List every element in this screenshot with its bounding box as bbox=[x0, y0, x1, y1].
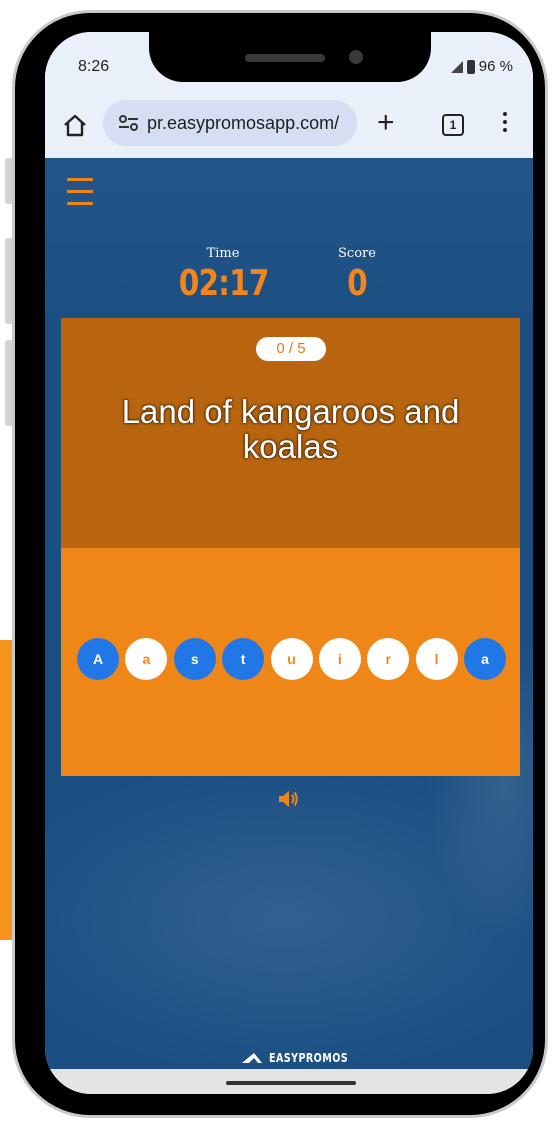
plus-icon[interactable]: + bbox=[377, 108, 395, 138]
score-label: Score bbox=[338, 246, 376, 261]
easypromos-brand[interactable]: EASYPROMOS bbox=[241, 1051, 368, 1065]
letter-tile[interactable]: r bbox=[367, 638, 410, 680]
time-label: Time bbox=[206, 246, 240, 261]
letter-tile[interactable]: t bbox=[222, 638, 265, 680]
battery-level: 96 % bbox=[478, 58, 513, 75]
letter-tiles: Aastuirla bbox=[77, 638, 506, 680]
score-value: 0 bbox=[347, 263, 368, 304]
easypromos-logo-icon bbox=[242, 1053, 262, 1063]
game-page: Time 02:17 Score 0 0 / 5 Land of kangaro… bbox=[45, 158, 533, 1069]
letter-tile[interactable]: a bbox=[125, 638, 168, 680]
url-text: pr.easypromosapp.com/ bbox=[147, 112, 340, 133]
letter-tile[interactable]: a bbox=[464, 638, 506, 680]
home-gesture-handle[interactable] bbox=[226, 1081, 356, 1085]
gesture-navigation-bar bbox=[45, 1069, 533, 1094]
letter-tile[interactable]: s bbox=[173, 638, 216, 680]
tab-count: 1 bbox=[449, 118, 457, 132]
battery-icon bbox=[466, 59, 475, 74]
camera-notch bbox=[149, 32, 431, 82]
question-panel: 0 / 5 Land of kangaroos and koalas bbox=[61, 318, 520, 548]
tabs-icon[interactable]: 1 bbox=[442, 114, 464, 136]
browser-toolbar: pr.easypromosapp.com/ + 1 bbox=[45, 96, 533, 158]
timer: Time 02:17 bbox=[169, 246, 277, 304]
home-icon[interactable] bbox=[61, 112, 89, 140]
progress-badge: 0 / 5 bbox=[256, 337, 326, 361]
more-menu-icon[interactable] bbox=[503, 112, 507, 136]
address-bar[interactable]: pr.easypromosapp.com/ bbox=[103, 100, 357, 146]
sound-icon[interactable] bbox=[277, 788, 301, 810]
question-text: Land of kangaroos and koalas bbox=[121, 393, 460, 465]
background-decoration bbox=[45, 158, 533, 318]
status-time: 8:26 bbox=[78, 58, 110, 75]
site-settings-icon[interactable] bbox=[117, 113, 141, 133]
score: Score 0 bbox=[317, 246, 397, 304]
time-value: 02:17 bbox=[178, 263, 270, 304]
speaker-grille bbox=[245, 54, 325, 62]
letter-tile[interactable]: i bbox=[318, 638, 361, 680]
letter-tile[interactable]: A bbox=[77, 638, 119, 680]
letter-tile[interactable]: u bbox=[270, 638, 313, 680]
status-indicators: 96 % bbox=[450, 58, 513, 75]
question-card: 0 / 5 Land of kangaroos and koalas Aastu… bbox=[61, 318, 520, 776]
front-camera bbox=[349, 50, 363, 64]
brand-text: EASYPROMOS bbox=[269, 1051, 349, 1065]
letter-tile[interactable]: l bbox=[415, 638, 458, 680]
hamburger-menu-icon[interactable] bbox=[67, 178, 93, 214]
signal-icon bbox=[450, 60, 463, 73]
phone-screen: 8:26 96 % pr.easypromosapp.com/ + 1 Time… bbox=[45, 32, 533, 1094]
